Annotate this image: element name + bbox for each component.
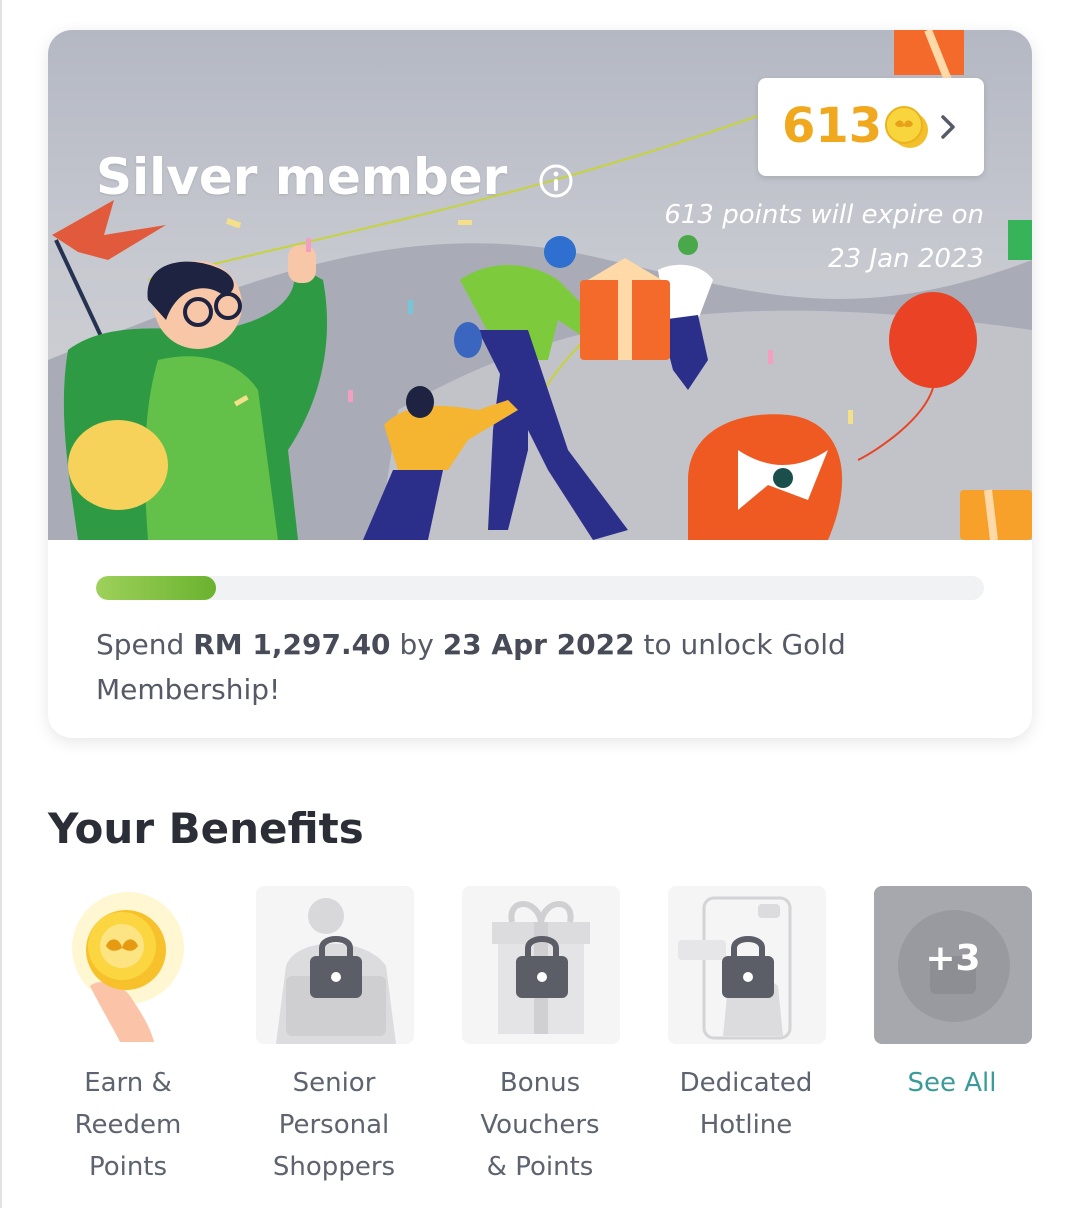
benefit-label-line: & Points bbox=[486, 1152, 594, 1182]
benefit-tile bbox=[256, 886, 414, 1044]
points-value: 613 bbox=[782, 98, 883, 154]
lock-icon bbox=[722, 936, 774, 998]
more-benefits-count: +3 bbox=[925, 938, 981, 979]
benefit-label-line: Points bbox=[88, 1152, 168, 1182]
benefit-label-line: Vouchers bbox=[480, 1110, 600, 1140]
unlock-deadline: 23 Apr 2022 bbox=[442, 628, 635, 661]
benefit-label-line: Hotline bbox=[699, 1110, 793, 1140]
points-expiry-note: 613 points will expire on 23 Jan 2023 bbox=[564, 193, 984, 281]
unlock-amount: RM 1,297.40 bbox=[193, 628, 391, 661]
lock-icon bbox=[516, 936, 568, 998]
benefit-earn-redeem-points[interactable]: Earn & Reedem Points bbox=[28, 886, 228, 1186]
expiry-date: 23 Jan 2023 bbox=[828, 244, 984, 274]
benefit-label: Senior Personal Shoppers bbox=[234, 1062, 434, 1188]
benefit-label-line: Dedicated bbox=[679, 1068, 813, 1098]
benefit-tile bbox=[462, 886, 620, 1044]
tier-progress-bar bbox=[96, 576, 984, 600]
benefit-senior-personal-shoppers[interactable]: Senior Personal Shoppers bbox=[234, 886, 434, 1186]
tier-title: Silver member bbox=[96, 148, 508, 206]
membership-hero-illustration: Silver member 613 613 points will expire… bbox=[48, 30, 1032, 540]
unlock-prefix: Spend bbox=[96, 628, 194, 661]
expiry-line: 613 points will expire on bbox=[664, 200, 984, 230]
benefit-label-line: Senior bbox=[292, 1068, 376, 1098]
benefit-label: Dedicated Hotline bbox=[646, 1062, 846, 1146]
unlock-by: by bbox=[390, 628, 443, 661]
benefit-label-line: Reedem bbox=[74, 1110, 182, 1140]
chevron-right-icon bbox=[941, 115, 955, 139]
benefit-label: Bonus Vouchers & Points bbox=[440, 1062, 640, 1188]
benefit-tile bbox=[50, 886, 208, 1044]
tier-progress-fill bbox=[96, 576, 216, 600]
benefit-label-line: Earn & bbox=[84, 1068, 172, 1098]
benefit-bonus-vouchers-points[interactable]: Bonus Vouchers & Points bbox=[440, 886, 640, 1186]
unlock-gold-message: Spend RM 1,297.40 by 23 Apr 2022 to unlo… bbox=[96, 622, 986, 712]
screen-edge bbox=[0, 0, 2, 1208]
see-all-link[interactable]: See All bbox=[852, 1062, 1052, 1104]
benefit-label-line: Personal bbox=[278, 1110, 390, 1140]
benefit-label-line: Bonus bbox=[499, 1068, 581, 1098]
points-balance-button[interactable]: 613 bbox=[758, 78, 984, 176]
benefit-label-line: Shoppers bbox=[272, 1152, 396, 1182]
benefit-tile bbox=[668, 886, 826, 1044]
benefit-label: Earn & Reedem Points bbox=[28, 1062, 228, 1188]
coin-hand-icon bbox=[72, 892, 184, 1042]
benefits-heading: Your Benefits bbox=[48, 804, 364, 853]
benefit-see-all[interactable]: +3 See All bbox=[852, 886, 1052, 1186]
coin-icon bbox=[885, 106, 928, 148]
benefit-dedicated-hotline[interactable]: Dedicated Hotline bbox=[646, 886, 846, 1186]
more-benefits-tile: +3 bbox=[874, 886, 1032, 1044]
lock-icon bbox=[310, 936, 362, 998]
membership-card: Silver member 613 613 points will expire… bbox=[48, 30, 1032, 738]
